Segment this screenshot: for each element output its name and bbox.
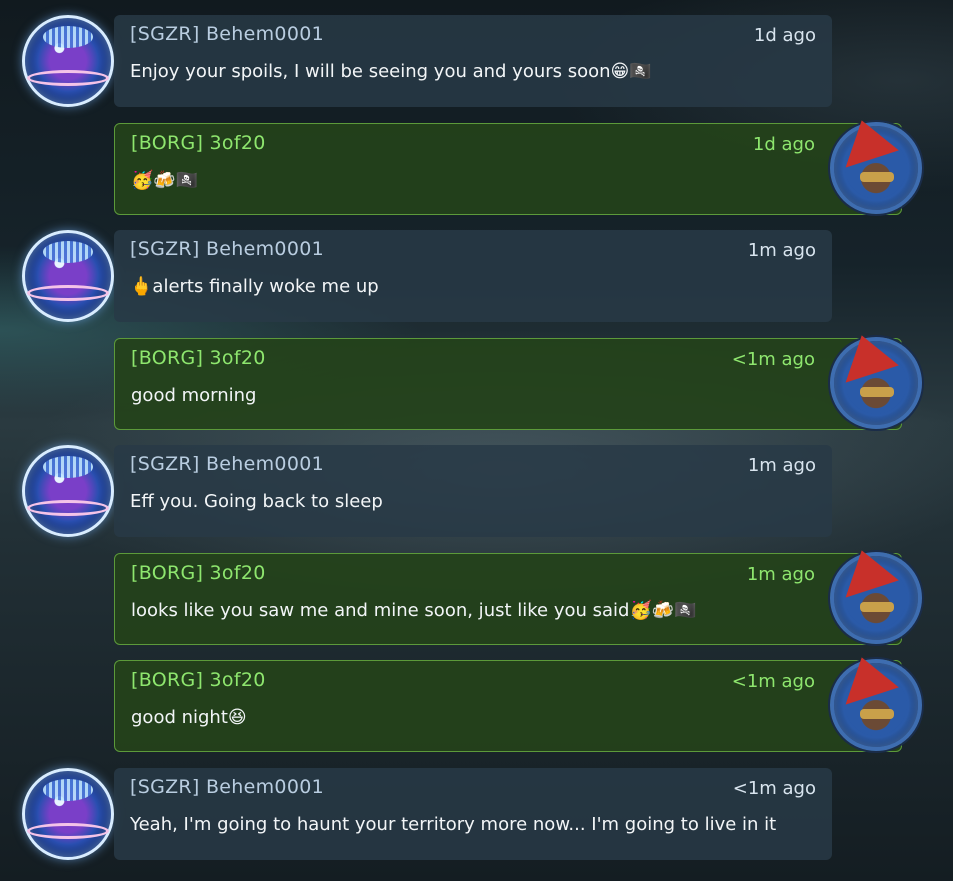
message-time: 1d ago: [753, 25, 816, 46]
jester-avatar-icon[interactable]: [830, 659, 922, 751]
message-text: good morning: [131, 385, 257, 406]
message-time: 1d ago: [752, 134, 815, 155]
message-bubble: [BORG] 3of20 <1m ago good night😆: [114, 660, 902, 752]
message-text: 🥳🍻🏴‍☠️: [131, 170, 199, 191]
message-bubble: [SGZR] Behem0001 <1m ago Yeah, I'm going…: [114, 768, 832, 860]
message-text: Enjoy your spoils, I will be seeing you …: [130, 61, 652, 82]
planet-avatar-icon[interactable]: [22, 768, 114, 860]
message-time: 1m ago: [747, 240, 816, 261]
sender-name[interactable]: [BORG] 3of20: [131, 562, 266, 584]
planet-avatar-icon[interactable]: [22, 445, 114, 537]
sender-name[interactable]: [BORG] 3of20: [131, 132, 266, 154]
message-text: Eff you. Going back to sleep: [130, 491, 383, 512]
message-bubble: [SGZR] Behem0001 1d ago Enjoy your spoil…: [114, 15, 832, 107]
message-time: <1m ago: [732, 778, 816, 799]
sender-name[interactable]: [SGZR] Behem0001: [130, 238, 324, 260]
sender-name[interactable]: [SGZR] Behem0001: [130, 23, 324, 45]
sender-name[interactable]: [SGZR] Behem0001: [130, 453, 324, 475]
jester-avatar-icon[interactable]: [830, 337, 922, 429]
message-text: good night😆: [131, 707, 247, 728]
planet-avatar-icon[interactable]: [22, 15, 114, 107]
message-bubble: [SGZR] Behem0001 1m ago Eff you. Going b…: [114, 445, 832, 537]
sender-name[interactable]: [BORG] 3of20: [131, 347, 266, 369]
message-time: 1m ago: [747, 455, 816, 476]
message-text: 🖕alerts finally woke me up: [130, 276, 379, 297]
jester-avatar-icon[interactable]: [830, 122, 922, 214]
sender-name[interactable]: [SGZR] Behem0001: [130, 776, 324, 798]
message-time: <1m ago: [731, 671, 815, 692]
jester-avatar-icon[interactable]: [830, 552, 922, 644]
message-text: Yeah, I'm going to haunt your territory …: [130, 814, 777, 835]
message-bubble: [BORG] 3of20 1m ago looks like you saw m…: [114, 553, 902, 645]
message-time: 1m ago: [746, 564, 815, 585]
message-text: looks like you saw me and mine soon, jus…: [131, 600, 697, 621]
message-time: <1m ago: [731, 349, 815, 370]
message-bubble: [BORG] 3of20 1d ago 🥳🍻🏴‍☠️: [114, 123, 902, 215]
planet-avatar-icon[interactable]: [22, 230, 114, 322]
sender-name[interactable]: [BORG] 3of20: [131, 669, 266, 691]
chat-thread: [SGZR] Behem0001 1d ago Enjoy your spoil…: [0, 0, 953, 881]
message-bubble: [SGZR] Behem0001 1m ago 🖕alerts finally …: [114, 230, 832, 322]
message-bubble: [BORG] 3of20 <1m ago good morning: [114, 338, 902, 430]
